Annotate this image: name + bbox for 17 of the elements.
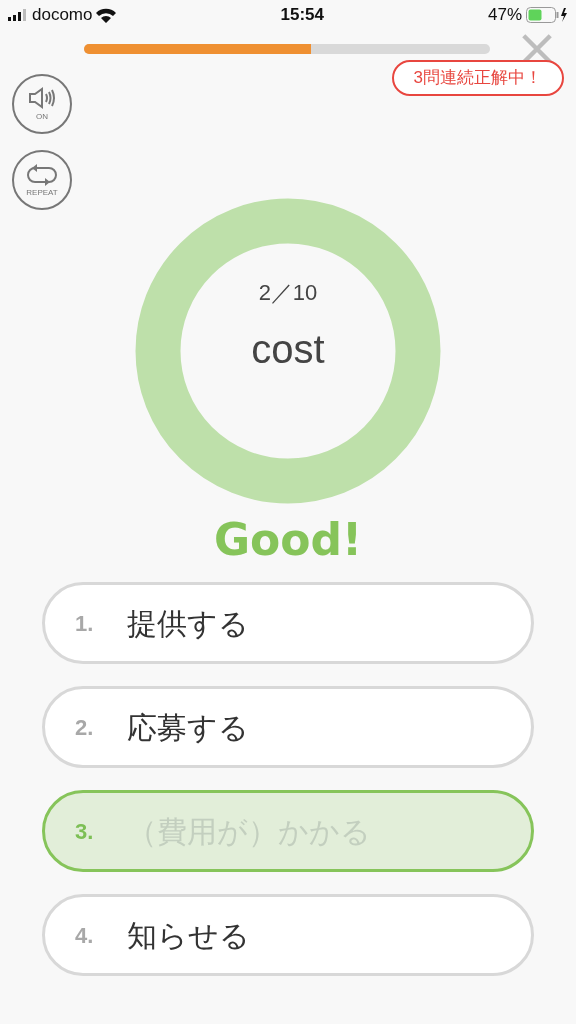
clock: 15:54 xyxy=(280,4,324,27)
repeat-button[interactable]: REPEAT xyxy=(12,150,72,210)
answer-option[interactable]: 1. 提供する xyxy=(42,582,534,664)
carrier-name: docomo xyxy=(32,4,93,27)
speaker-icon xyxy=(28,87,56,109)
streak-badge: 3問連続正解中！ xyxy=(391,60,564,96)
feedback-text: Good! xyxy=(213,518,363,562)
battery-percent: 47% xyxy=(487,4,522,27)
signal-icon xyxy=(8,9,28,21)
repeat-icon xyxy=(25,163,59,186)
answer-option[interactable]: 4. 知らせる xyxy=(42,894,534,976)
wifi-icon xyxy=(96,7,117,23)
battery-icon xyxy=(526,7,568,23)
question-word: cost xyxy=(251,326,325,373)
answer-option[interactable]: 2. 応募する xyxy=(42,686,534,768)
question-counter: 2／10 xyxy=(258,279,318,307)
sound-button[interactable]: ON xyxy=(12,74,72,134)
